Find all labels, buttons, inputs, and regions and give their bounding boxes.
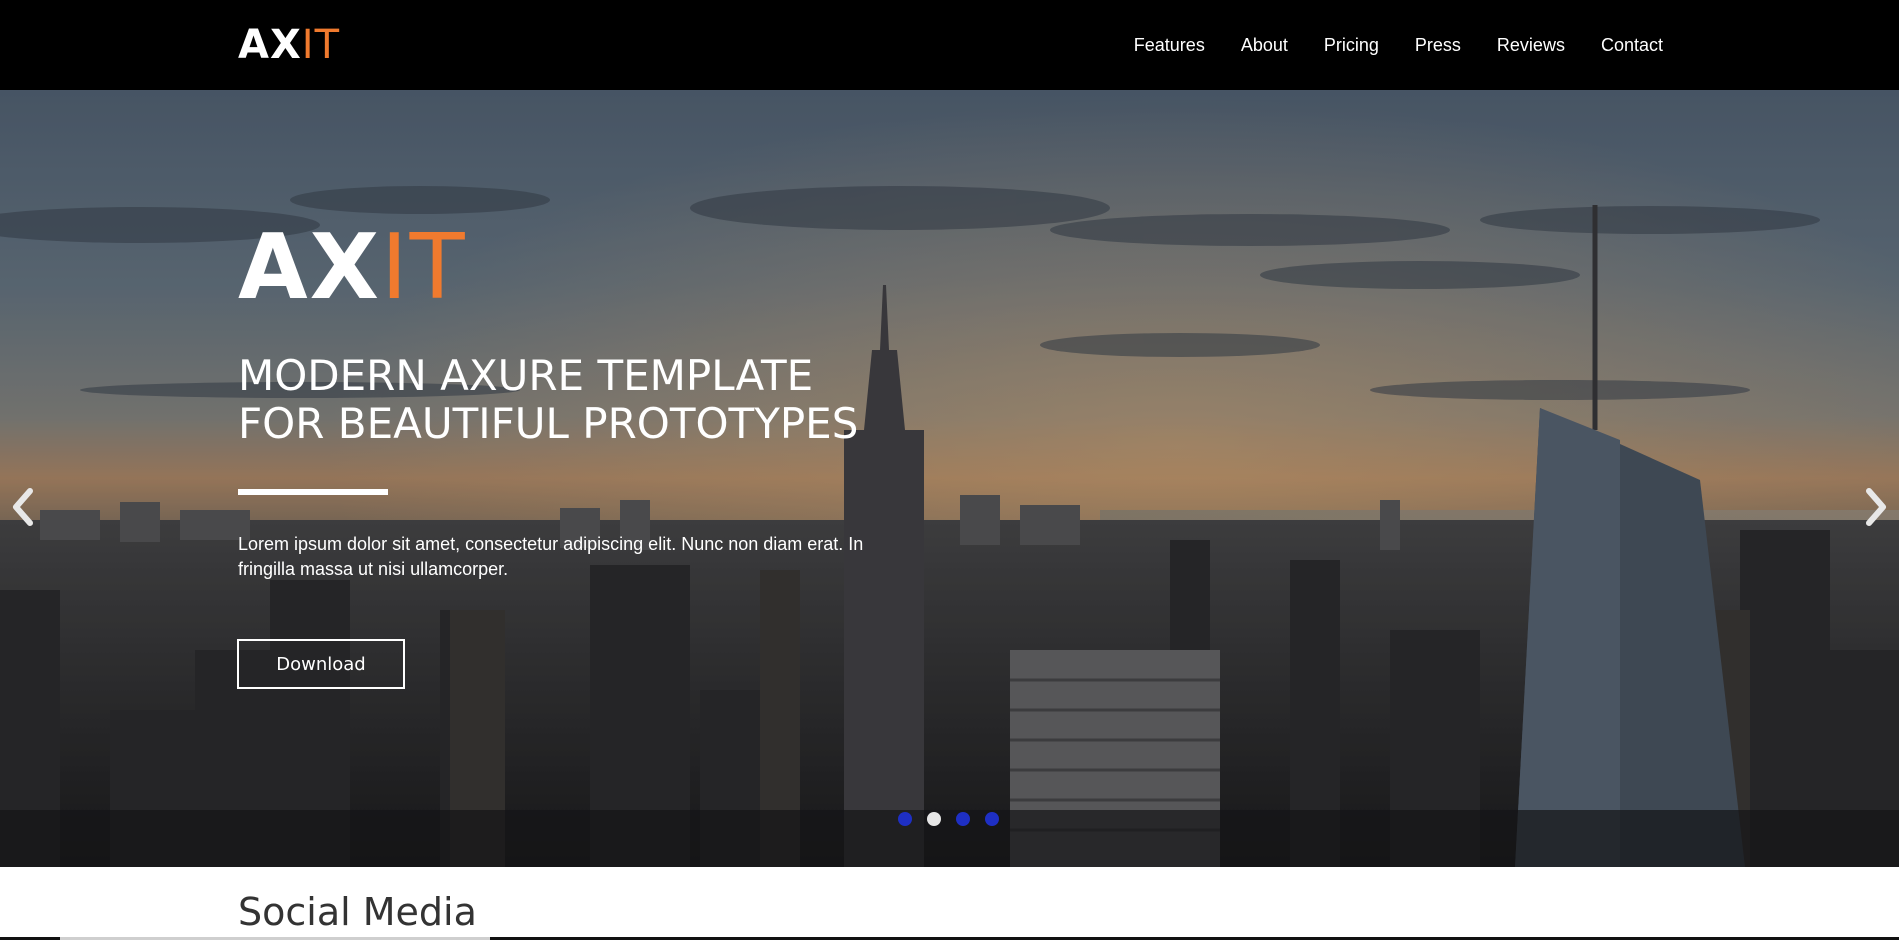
slider-prev-button[interactable]	[8, 483, 38, 531]
hero-slider: AXIT MODERN AXURE TEMPLATE FOR BEAUTIFUL…	[0, 90, 1899, 867]
hero-title-line-1: MODERN AXURE TEMPLATE	[238, 351, 814, 400]
slider-pagination	[898, 812, 999, 826]
hero-title: MODERN AXURE TEMPLATE FOR BEAUTIFUL PROT…	[238, 352, 998, 448]
brand-logo-accent: IT	[301, 22, 341, 68]
nav-link-about[interactable]: About	[1241, 35, 1288, 56]
slider-dot-1[interactable]	[898, 812, 912, 826]
brand-logo[interactable]: AXIT	[238, 22, 340, 68]
slider-next-button[interactable]	[1861, 483, 1891, 531]
chevron-left-icon	[13, 488, 33, 526]
nav-link-press[interactable]: Press	[1415, 35, 1461, 56]
hero-description: Lorem ipsum dolor sit amet, consectetur …	[238, 534, 864, 579]
top-navbar: AXIT Features About Pricing Press Review…	[0, 0, 1899, 90]
slider-dot-4[interactable]	[985, 812, 999, 826]
chevron-right-icon	[1866, 488, 1886, 526]
hero-logo-main: AX	[238, 215, 382, 320]
nav-link-pricing[interactable]: Pricing	[1324, 35, 1379, 56]
social-media-heading: Social Media	[238, 890, 477, 934]
main-nav: Features About Pricing Press Reviews Con…	[1134, 0, 1663, 90]
nav-link-features[interactable]: Features	[1134, 35, 1205, 56]
hero-logo-accent: IT	[381, 215, 467, 320]
slider-dot-2[interactable]	[927, 812, 941, 826]
hero-title-line-2: FOR BEAUTIFUL PROTOTYPES	[238, 399, 859, 448]
hero-divider	[238, 489, 388, 495]
brand-logo-main: AX	[238, 22, 302, 68]
download-button[interactable]: Download	[237, 639, 405, 689]
slider-dot-3[interactable]	[956, 812, 970, 826]
hero-background-image	[0, 90, 1899, 867]
nav-link-reviews[interactable]: Reviews	[1497, 35, 1565, 56]
nav-link-contact[interactable]: Contact	[1601, 35, 1663, 56]
hero-logo: AXIT	[238, 218, 467, 318]
